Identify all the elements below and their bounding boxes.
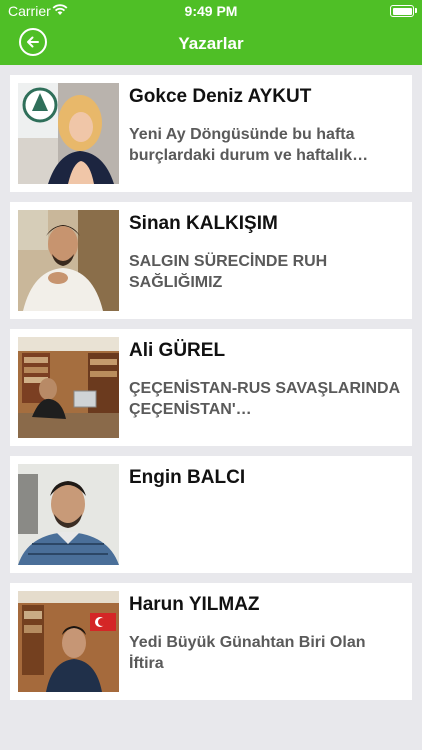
status-bar: Carrier 9:49 PM (0, 0, 422, 22)
author-name: Harun YILMAZ (129, 594, 260, 615)
author-card[interactable]: Engin BALCI (10, 456, 412, 573)
page-title: Yazarlar (178, 34, 244, 53)
article-title: SALGIN SÜRECİNDE RUH SAĞLIĞIMIZ (129, 253, 328, 291)
article-title: ÇEÇENİSTAN-RUS SAVAŞLARINDA ÇEÇENİSTAN'… (129, 380, 400, 418)
author-name: Ali GÜREL (129, 340, 226, 361)
author-card[interactable]: Gokce Deniz AYKUT Yeni Ay Döngüsünde bu … (10, 75, 412, 192)
author-photo (18, 210, 119, 311)
author-card[interactable]: Ali GÜREL ÇEÇENİSTAN-RUS SAVAŞLARINDA ÇE… (10, 329, 412, 446)
author-list: Gokce Deniz AYKUT Yeni Ay Döngüsünde bu … (10, 75, 412, 710)
status-time: 9:49 PM (184, 3, 238, 19)
author-photo (18, 337, 119, 438)
author-name: Sinan KALKIŞIM (129, 213, 278, 234)
author-photo (18, 464, 119, 565)
author-card[interactable]: Sinan KALKIŞIM SALGIN SÜRECİNDE RUH SAĞL… (10, 202, 412, 319)
nav-bar: Yazarlar (0, 22, 422, 65)
app-header: Carrier 9:49 PM Yazarlar (0, 0, 422, 65)
author-photo (18, 591, 119, 692)
author-name: Engin BALCI (129, 467, 246, 488)
battery-tip-icon (415, 8, 417, 13)
article-title: Yedi Büyük Günahtan Biri Olan İftira (129, 634, 366, 672)
author-card[interactable]: Harun YILMAZ Yedi Büyük Günahtan Biri Ol… (10, 583, 412, 700)
article-title: Yeni Ay Döngüsünde bu hafta burçlardaki … (129, 126, 369, 164)
author-photo (18, 83, 119, 184)
author-name: Gokce Deniz AYKUT (129, 86, 312, 107)
battery-icon (390, 5, 414, 17)
